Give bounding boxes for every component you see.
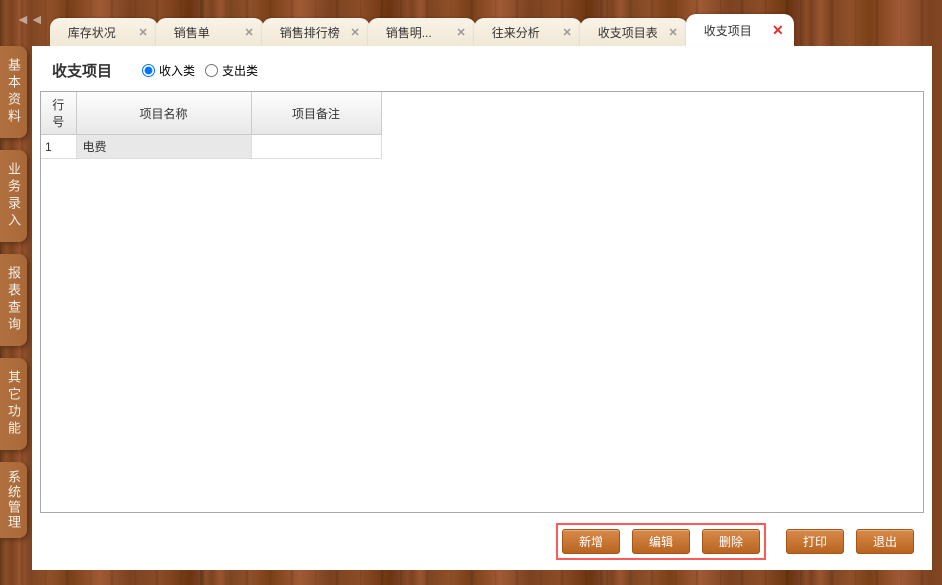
cell-name: 电费 xyxy=(76,135,251,159)
close-icon[interactable]: ✕ xyxy=(457,26,466,39)
data-table-container: 行号 项目名称 项目备注 1 电费 xyxy=(40,91,924,513)
radio-expense[interactable]: 支出类 xyxy=(205,62,258,79)
tab-income-expense-table[interactable]: 收支项目表 ✕ xyxy=(580,18,688,46)
tab-label: 销售单 xyxy=(174,24,210,41)
sidebar-item-other-functions[interactable]: 其它功能 xyxy=(0,358,27,450)
tab-sales-detail[interactable]: 销售明... ✕ xyxy=(368,18,476,46)
tab-sales-order[interactable]: 销售单 ✕ xyxy=(156,18,264,46)
delete-button[interactable]: 删除 xyxy=(702,529,760,554)
sidebar-item-report-query[interactable]: 报表查询 xyxy=(0,254,27,346)
page-title: 收支项目 xyxy=(52,60,112,81)
radio-income-input[interactable] xyxy=(142,64,155,77)
print-button[interactable]: 打印 xyxy=(786,529,844,554)
table-row[interactable]: 1 电费 xyxy=(41,135,381,159)
tab-strip: ◄◄ 库存状况 ✕ 销售单 ✕ 销售排行榜 ✕ 销售明... ✕ 往来分析 ✕ … xyxy=(0,0,942,46)
tab-label: 库存状况 xyxy=(68,24,116,41)
main-panel: 收支项目 收入类 支出类 行号 项目名称 项目备注 1 xyxy=(32,46,932,570)
footer-actions: 新增 编辑 删除 打印 退出 xyxy=(32,513,932,570)
close-icon[interactable]: ✕ xyxy=(669,26,678,39)
sidebar: 基本资料 业务录入 报表查询 其它功能 系统管理 xyxy=(0,46,26,585)
sidebar-item-system-management[interactable]: 系统管理 xyxy=(0,462,27,538)
tab-label: 往来分析 xyxy=(492,24,540,41)
tabs-container: 库存状况 ✕ 销售单 ✕ 销售排行榜 ✕ 销售明... ✕ 往来分析 ✕ 收支项… xyxy=(50,14,903,46)
sidebar-item-business-entry[interactable]: 业务录入 xyxy=(0,150,27,242)
close-icon[interactable]: ✕ xyxy=(139,26,148,39)
radio-income-label: 收入类 xyxy=(159,62,195,79)
tab-label: 收支项目 xyxy=(704,22,752,39)
exit-button[interactable]: 退出 xyxy=(856,529,914,554)
add-button[interactable]: 新增 xyxy=(562,529,620,554)
tab-income-expense-item[interactable]: 收支项目 ✕ xyxy=(686,14,794,46)
tab-sales-ranking[interactable]: 销售排行榜 ✕ xyxy=(262,18,370,46)
close-icon[interactable]: ✕ xyxy=(772,22,784,39)
panel-header: 收支项目 收入类 支出类 xyxy=(32,46,932,91)
edit-button[interactable]: 编辑 xyxy=(632,529,690,554)
radio-expense-label: 支出类 xyxy=(222,62,258,79)
close-icon[interactable]: ✕ xyxy=(245,26,254,39)
col-header-name[interactable]: 项目名称 xyxy=(76,92,251,135)
tab-label: 销售排行榜 xyxy=(280,24,340,41)
scroll-left-icon[interactable]: ◄◄ xyxy=(10,3,50,35)
col-header-rownum[interactable]: 行号 xyxy=(41,92,76,135)
tab-contacts-analysis[interactable]: 往来分析 ✕ xyxy=(474,18,582,46)
cell-rownum: 1 xyxy=(41,135,76,159)
cell-remark xyxy=(251,135,381,159)
highlighted-actions: 新增 编辑 删除 xyxy=(556,523,766,560)
sidebar-item-basic-data[interactable]: 基本资料 xyxy=(0,46,27,138)
tab-label: 销售明... xyxy=(386,24,432,41)
close-icon[interactable]: ✕ xyxy=(351,26,360,39)
data-table: 行号 项目名称 项目备注 1 电费 xyxy=(41,92,382,159)
tab-inventory[interactable]: 库存状况 ✕ xyxy=(50,18,158,46)
type-radio-group: 收入类 支出类 xyxy=(142,62,258,79)
close-icon[interactable]: ✕ xyxy=(563,26,572,39)
radio-expense-input[interactable] xyxy=(205,64,218,77)
tab-label: 收支项目表 xyxy=(598,24,658,41)
radio-income[interactable]: 收入类 xyxy=(142,62,195,79)
col-header-remark[interactable]: 项目备注 xyxy=(251,92,381,135)
